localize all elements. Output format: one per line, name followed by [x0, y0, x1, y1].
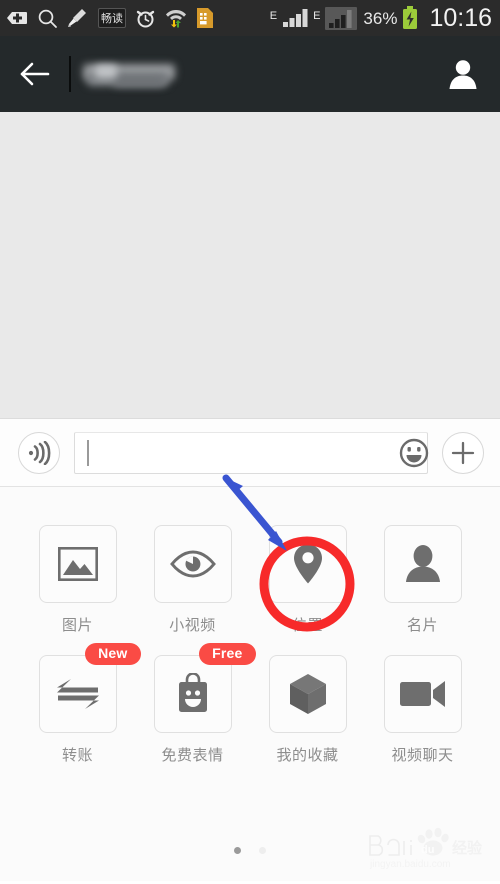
sticker-smiley-icon — [178, 673, 207, 712]
attachment-tile — [268, 525, 347, 603]
signal-bars-icon-1 — [283, 9, 308, 27]
message-input-bar — [0, 419, 500, 487]
attachment-tile — [383, 525, 462, 603]
search-icon — [38, 9, 57, 28]
status-bar-left-icons: 畅读 — [6, 7, 270, 29]
sim-card-icon — [197, 8, 213, 28]
attachment-tile: Free — [153, 643, 256, 733]
attachment-label: 免费表情 — [161, 747, 224, 764]
transfer-arrows-icon — [56, 679, 99, 709]
attachment-item-free-stickers[interactable]: Free 免费表情 — [135, 643, 256, 765]
battery-percent-label: 36% — [363, 8, 398, 28]
title-divider — [69, 56, 71, 92]
attachment-tile — [38, 525, 117, 603]
attachment-badge: Free — [199, 643, 256, 666]
network-type-label-1: E — [269, 9, 278, 22]
attachment-badge: New — [85, 643, 141, 666]
wifi-data-transfer-icon — [166, 10, 186, 28]
video-camera-icon — [399, 681, 445, 707]
contact-name-redacted — [83, 61, 183, 87]
alarm-clock-icon — [136, 10, 155, 27]
back-arrow-icon[interactable] — [18, 57, 52, 91]
eye-video-icon — [169, 550, 216, 578]
more-attachments-button[interactable] — [442, 431, 484, 474]
page-dot-1[interactable] — [234, 847, 241, 854]
message-text-input[interactable] — [74, 431, 431, 474]
attachment-tile: New — [38, 643, 141, 733]
attachment-item-transfer[interactable]: New 转账 — [20, 643, 141, 765]
clean-sweep-icon — [68, 9, 86, 27]
attachment-label: 小视频 — [169, 617, 216, 634]
attachment-item-photo[interactable]: 图片 — [20, 525, 135, 635]
attachment-tile — [383, 655, 462, 733]
text-caret — [87, 439, 89, 466]
status-bar: 畅读 E E 36% 10:16 — [0, 0, 500, 36]
contact-profile-icon[interactable] — [448, 58, 478, 90]
attachment-label: 我的收藏 — [276, 747, 339, 764]
attachment-item-short-video[interactable]: 小视频 — [135, 525, 250, 635]
attachment-item-location[interactable]: 位置 — [250, 525, 365, 635]
attachment-grid-row-1: 图片 小视频 位置 名片 — [0, 487, 500, 635]
attachment-label: 视频聊天 — [391, 747, 454, 764]
attachment-label: 位置 — [291, 617, 323, 634]
attachment-panel: 图片 小视频 位置 名片 New 转账 Free 免费表情 我的收藏 视频聊天 … — [0, 487, 500, 881]
attachment-tile — [268, 655, 347, 733]
attachment-grid-row-2: New 转账 Free 免费表情 我的收藏 视频聊天 — [0, 635, 500, 765]
network-type-label-2: E — [313, 9, 321, 22]
clock-time: 10:16 — [429, 3, 492, 32]
page-indicator-dots[interactable] — [0, 847, 500, 854]
chat-message-area — [0, 112, 500, 419]
watermark-url: jingyan.baidu.com — [369, 859, 451, 870]
add-tag-icon — [7, 12, 27, 24]
emoji-icon[interactable] — [397, 436, 431, 470]
attachment-tile — [153, 525, 232, 603]
person-card-icon — [405, 545, 440, 582]
photo-icon — [57, 547, 98, 581]
battery-charging-icon — [403, 6, 418, 29]
page-dot-2[interactable] — [259, 847, 266, 854]
voice-waves-icon — [28, 440, 51, 465]
signal-bars-icon-2 — [325, 6, 358, 30]
title-bar — [0, 36, 500, 112]
attachment-label: 转账 — [61, 747, 93, 764]
plus-icon — [451, 441, 475, 464]
location-pin-icon — [293, 544, 322, 584]
status-bar-right-icons: E E 36% 10:16 — [269, 3, 492, 32]
phone-screen: 畅读 E E 36% 10:16 图片 小视频 位置 名片 New 转账 Fre… — [0, 0, 500, 884]
changdu-app-badge-text: 畅读 — [101, 13, 123, 25]
voice-input-button[interactable] — [18, 431, 60, 474]
attachment-label: 图片 — [61, 617, 93, 634]
attachment-label: 名片 — [406, 617, 438, 634]
cube-favorites-icon — [289, 674, 326, 714]
changdu-app-icon: 畅读 — [98, 8, 126, 28]
attachment-item-business-card[interactable]: 名片 — [365, 525, 480, 635]
attachment-item-video-chat[interactable]: 视频聊天 — [365, 655, 480, 765]
attachment-item-favorites[interactable]: 我的收藏 — [250, 655, 365, 765]
